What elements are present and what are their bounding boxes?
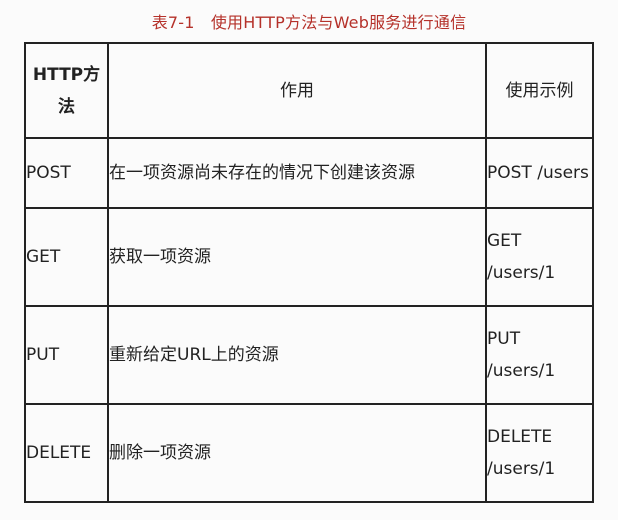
- header-http-method: HTTP方法: [24, 42, 109, 139]
- example-cell: DELETE /users/1: [485, 403, 594, 503]
- method-cell: PUT: [24, 305, 109, 405]
- table-caption: 表7-1 使用HTTP方法与Web服务进行通信: [151, 13, 467, 32]
- example-cell: GET /users/1: [485, 207, 594, 307]
- table-row: PUT 重新给定URL上的资源 PUT /users/1: [24, 305, 594, 405]
- purpose-cell: 获取一项资源: [107, 207, 487, 307]
- table-header-row: HTTP方法 作用 使用示例: [24, 42, 594, 139]
- method-cell: GET: [24, 207, 109, 307]
- purpose-cell: 在一项资源尚未存在的情况下创建该资源: [107, 137, 487, 209]
- table-row: GET 获取一项资源 GET /users/1: [24, 207, 594, 307]
- example-cell: PUT /users/1: [485, 305, 594, 405]
- method-cell: POST: [24, 137, 109, 209]
- example-cell: POST /users: [485, 137, 594, 209]
- purpose-cell: 重新给定URL上的资源: [107, 305, 487, 405]
- table-row: DELETE 删除一项资源 DELETE /users/1: [24, 403, 594, 503]
- method-cell: DELETE: [24, 403, 109, 503]
- table-row: POST 在一项资源尚未存在的情况下创建该资源 POST /users: [24, 137, 594, 209]
- http-methods-table: HTTP方法 作用 使用示例 POST 在一项资源尚未存在的情况下创建该资源 P…: [24, 42, 594, 503]
- header-example: 使用示例: [485, 42, 594, 139]
- purpose-cell: 删除一项资源: [107, 403, 487, 503]
- header-purpose: 作用: [107, 42, 487, 139]
